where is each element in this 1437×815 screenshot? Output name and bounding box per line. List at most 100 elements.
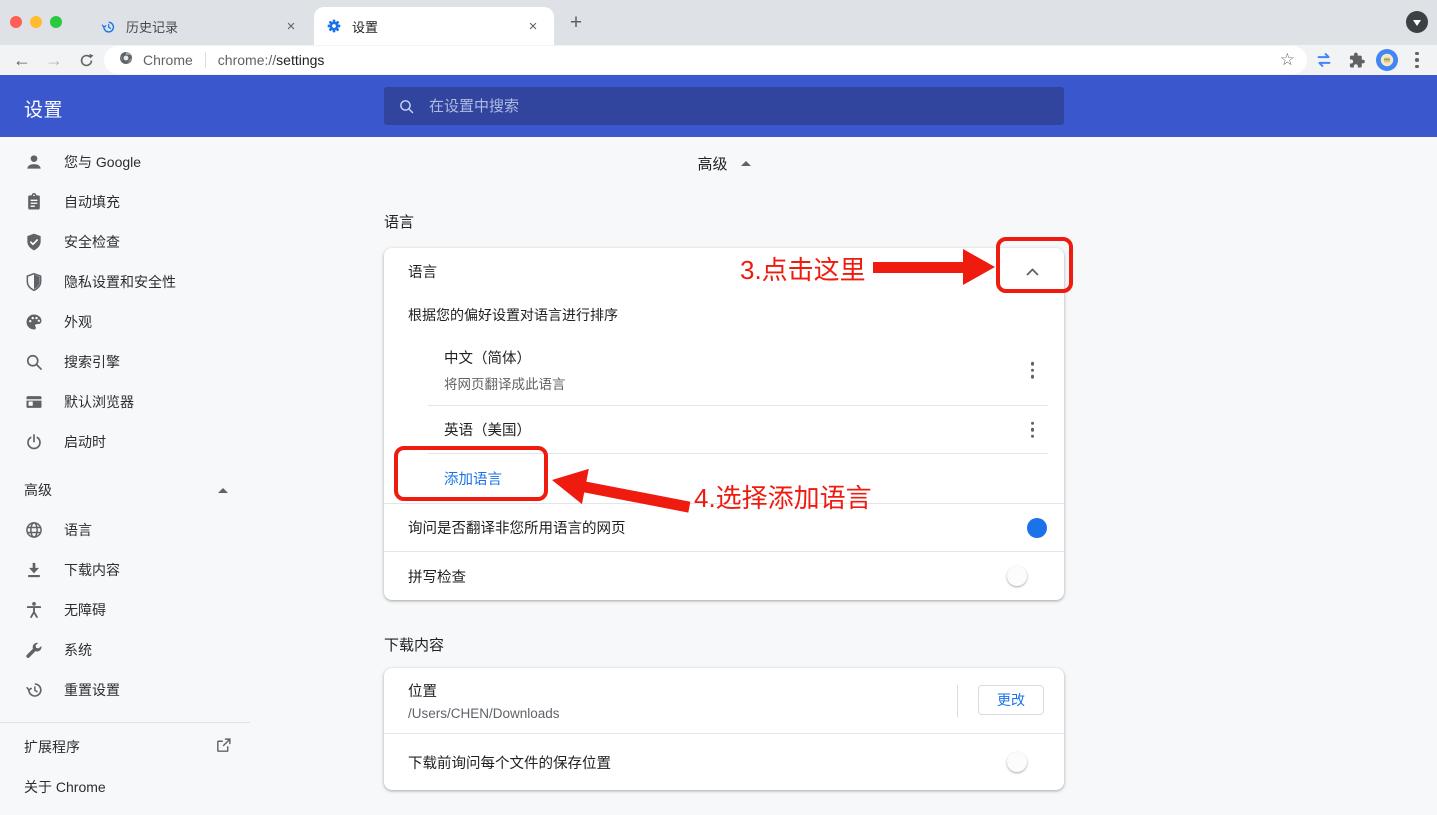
magnifier-icon <box>24 352 44 372</box>
site-label: Chrome <box>143 52 193 68</box>
tab-title: 历史记录 <box>126 17 282 36</box>
swap-arrows-extension-icon[interactable] <box>1311 47 1337 73</box>
sidebar-divider <box>0 722 250 723</box>
sidebar-item-label: 关于 Chrome <box>24 777 106 797</box>
sidebar-item-label: 启动时 <box>64 432 106 452</box>
kebab-icon <box>1415 52 1419 69</box>
language-more-button[interactable] <box>1031 362 1035 379</box>
close-tab-icon[interactable]: × <box>524 17 542 35</box>
download-icon <box>24 560 44 580</box>
reload-button[interactable] <box>73 47 99 73</box>
sidebar-item-label: 自动填充 <box>64 192 120 212</box>
language-more-button[interactable] <box>1031 421 1035 438</box>
language-row-chinese: 中文（简体） 将网页翻译成此语言 <box>384 335 1064 405</box>
sidebar-advanced-toggle[interactable]: 高级 <box>0 470 250 510</box>
sidebar-item-label: 下载内容 <box>64 560 120 580</box>
history-reset-icon <box>24 680 44 700</box>
address-bar[interactable]: Chrome chrome:// settings ☆ <box>104 46 1307 74</box>
languages-section-title: 语言 <box>384 211 414 232</box>
tab-history[interactable]: 历史记录 × <box>88 8 312 45</box>
download-location-row: 位置 /Users/CHEN/Downloads 更改 <box>384 668 1064 733</box>
spellcheck-toggle[interactable] <box>1010 569 1044 583</box>
minimize-window-button[interactable] <box>30 16 42 28</box>
ask-where-to-save-toggle[interactable] <box>1010 755 1044 769</box>
sidebar-item-on-startup[interactable]: 启动时 <box>0 422 250 462</box>
external-link-icon <box>215 737 232 757</box>
downloads-section-title: 下载内容 <box>384 634 444 655</box>
settings-search-box[interactable] <box>384 87 1064 125</box>
annotation-step4-text: 4.选择添加语言 <box>694 478 872 515</box>
back-button[interactable]: ← <box>9 47 35 73</box>
settings-search-input[interactable] <box>429 98 1050 115</box>
sidebar-item-privacy[interactable]: 隐私设置和安全性 <box>0 262 250 302</box>
chrome-logo-icon <box>118 50 134 71</box>
url-scheme: chrome:// <box>218 52 276 68</box>
language-note: 将网页翻译成此语言 <box>444 373 566 393</box>
profile-avatar[interactable] <box>1374 47 1400 73</box>
sidebar-item-downloads[interactable]: 下载内容 <box>0 550 250 590</box>
url-separator <box>205 52 206 68</box>
tab-settings[interactable]: 设置 × <box>314 7 554 45</box>
history-icon <box>100 19 116 35</box>
bookmark-star-icon[interactable]: ☆ <box>1280 50 1295 70</box>
sidebar-item-system[interactable]: 系统 <box>0 630 250 670</box>
sidebar-item-label: 安全检查 <box>64 232 120 252</box>
language-order-hint: 根据您的偏好设置对语言进行排序 <box>384 295 1064 335</box>
chevron-up-icon <box>218 488 228 493</box>
location-path: /Users/CHEN/Downloads <box>408 706 560 721</box>
sidebar-item-extensions[interactable]: 扩展程序 <box>0 727 250 767</box>
spellcheck-label: 拼写检查 <box>408 566 466 587</box>
sidebar-item-safety-check[interactable]: 安全检查 <box>0 222 250 262</box>
browser-menu-button[interactable] <box>1404 47 1430 73</box>
sidebar-item-autofill[interactable]: 自动填充 <box>0 182 250 222</box>
downloads-card: 位置 /Users/CHEN/Downloads 更改 下载前询问每个文件的保存… <box>384 668 1064 790</box>
languages-row-label: 语言 <box>408 261 437 282</box>
ask-where-to-save-label: 下载前询问每个文件的保存位置 <box>408 752 611 773</box>
new-tab-button[interactable]: + <box>562 9 590 37</box>
sidebar-item-label: 语言 <box>64 520 92 540</box>
extensions-puzzle-icon[interactable] <box>1343 47 1369 73</box>
ask-where-to-save-row: 下载前询问每个文件的保存位置 <box>384 734 1064 790</box>
close-tab-icon[interactable]: × <box>282 18 300 36</box>
annotation-step3-highlight-box <box>996 237 1073 293</box>
sidebar-item-about-chrome[interactable]: 关于 Chrome <box>0 767 250 807</box>
sidebar-item-label: 您与 Google <box>64 152 141 172</box>
shield-check-icon <box>24 232 44 252</box>
gear-icon <box>326 18 342 34</box>
change-location-button[interactable]: 更改 <box>978 685 1044 715</box>
offer-translate-label: 询问是否翻译非您所用语言的网页 <box>408 517 626 538</box>
chevron-down-icon <box>1413 20 1421 26</box>
vertical-divider <box>957 685 958 717</box>
sidebar-item-label: 搜索引擎 <box>64 352 120 372</box>
tab-search-button[interactable] <box>1406 11 1428 33</box>
spellcheck-row: 拼写检查 <box>384 552 1064 600</box>
offer-translate-toggle[interactable] <box>1010 521 1044 535</box>
forward-button[interactable]: → <box>41 47 67 73</box>
sidebar-item-you-and-google[interactable]: 您与 Google <box>0 142 250 182</box>
browser-window: 历史记录 × 设置 × + <box>0 0 1437 815</box>
browser-toolbar: ← → Chrome chrome:// settings ☆ <box>0 45 1437 75</box>
power-icon <box>24 432 44 452</box>
person-icon <box>24 152 44 172</box>
sidebar-item-accessibility[interactable]: 无障碍 <box>0 590 250 630</box>
sidebar-item-languages[interactable]: 语言 <box>0 510 250 550</box>
sidebar-item-appearance[interactable]: 外观 <box>0 302 250 342</box>
sidebar-item-label: 扩展程序 <box>24 737 80 757</box>
url-host: settings <box>276 52 324 68</box>
annotation-step3-text: 3.点击这里 <box>740 250 866 287</box>
clipboard-icon <box>24 192 44 212</box>
languages-card: 语言 根据您的偏好设置对语言进行排序 中文（简体） 将网页翻译成此语言 英语（美… <box>384 248 1064 600</box>
tab-title: 设置 <box>352 17 524 36</box>
zoom-window-button[interactable] <box>50 16 62 28</box>
advanced-collapse-toggle[interactable]: 高级 <box>384 150 1064 176</box>
language-name: 英语（美国） <box>444 419 531 440</box>
close-window-button[interactable] <box>10 16 22 28</box>
sidebar-item-reset[interactable]: 重置设置 <box>0 670 250 710</box>
traffic-lights <box>10 16 62 28</box>
sidebar-item-default-browser[interactable]: 默认浏览器 <box>0 382 250 422</box>
sidebar-item-search-engine[interactable]: 搜索引擎 <box>0 342 250 382</box>
settings-sidebar: 您与 Google 自动填充 安全检查 隐私设置和安全性 外观 搜索引擎 <box>0 137 250 807</box>
settings-page: 您与 Google 自动填充 安全检查 隐私设置和安全性 外观 搜索引擎 <box>0 137 1437 815</box>
wrench-icon <box>24 640 44 660</box>
palette-icon <box>24 312 44 332</box>
